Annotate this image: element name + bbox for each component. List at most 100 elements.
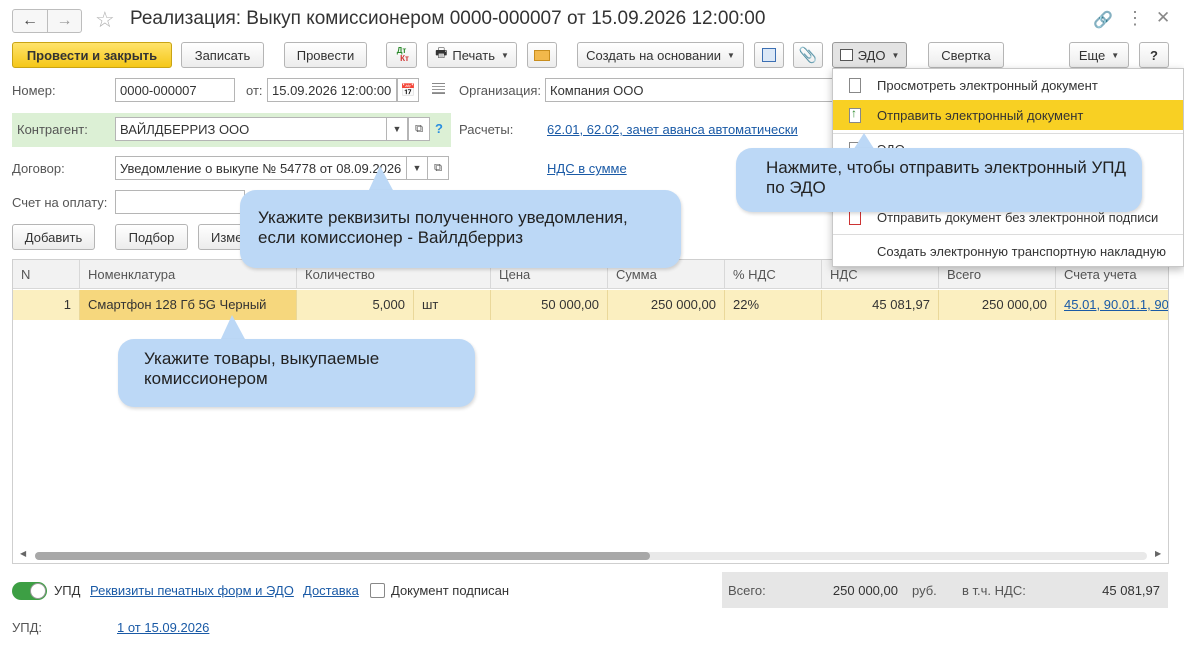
- dt-kt-icon[interactable]: Дт Кт: [386, 42, 417, 68]
- cell-vat[interactable]: 45 081,97: [822, 290, 939, 320]
- print-forms-link[interactable]: Реквизиты печатных форм и ЭДО: [90, 583, 294, 598]
- signed-checkbox[interactable]: [370, 583, 385, 598]
- collapse-button[interactable]: Свертка: [928, 42, 1004, 68]
- goods-table: N Номенклатура Количество Цена Сумма % Н…: [12, 259, 1169, 564]
- more-button[interactable]: Еще ▼: [1069, 42, 1129, 68]
- settlements-label: Расчеты:: [459, 122, 514, 137]
- menu-item-view-edoc[interactable]: Просмотреть электронный документ: [833, 70, 1183, 100]
- chevron-down-icon: ▼: [1111, 50, 1120, 60]
- totals-panel: Всего: 250 000,00 руб. в т.ч. НДС: 45 08…: [722, 572, 1168, 608]
- create-based-on-button[interactable]: Создать на основании ▼: [577, 42, 744, 68]
- menu-item-transport-waybill[interactable]: Создать электронную транспортную накладн…: [833, 236, 1183, 266]
- counterparty-field[interactable]: ВАЙЛДБЕРРИЗ ООО: [115, 117, 387, 141]
- cell-accounts-link[interactable]: 45.01, 90.01.1, 90: [1056, 290, 1168, 320]
- back-arrow-icon[interactable]: ←: [13, 10, 47, 32]
- document-icon: [849, 78, 861, 93]
- cell-price[interactable]: 50 000,00: [491, 290, 608, 320]
- upd-link[interactable]: 1 от 15.09.2026: [117, 620, 209, 635]
- upd-label: УПД:: [12, 620, 43, 635]
- cell-sum[interactable]: 250 000,00: [608, 290, 725, 320]
- callout-tail: [220, 315, 246, 341]
- number-field[interactable]: 0000-000007: [115, 78, 235, 102]
- print-button[interactable]: 🖶 Печать ▼: [427, 42, 517, 68]
- save-button[interactable]: Записать: [181, 42, 264, 68]
- scroll-left-icon[interactable]: ◀: [20, 549, 26, 558]
- currency-label: руб.: [912, 583, 937, 598]
- callout-goods: Укажите товары, выкупаемые комиссионером: [118, 339, 475, 407]
- vat-total-label: в т.ч. НДС:: [962, 583, 1026, 598]
- delivery-link[interactable]: Доставка: [303, 583, 359, 598]
- chevron-down-icon[interactable]: ▼: [386, 117, 408, 141]
- callout-tail: [368, 166, 394, 192]
- list-icon[interactable]: [432, 83, 445, 94]
- cell-total[interactable]: 250 000,00: [939, 290, 1056, 320]
- column-header-n[interactable]: N: [13, 260, 80, 289]
- toggle-knob: [30, 583, 46, 599]
- cell-vat-rate[interactable]: 22%: [725, 290, 822, 320]
- post-button[interactable]: Провести: [284, 42, 367, 68]
- hierarchy-icon: [762, 48, 776, 62]
- selection-button[interactable]: Подбор: [115, 224, 188, 250]
- settlements-link[interactable]: 62.01, 62.02, зачет аванса автоматически: [547, 122, 798, 137]
- envelope-icon: [534, 49, 550, 61]
- menu-item-label: Отправить документ без электронной подпи…: [877, 210, 1159, 225]
- date-field[interactable]: 15.09.2026 12:00:00: [267, 78, 397, 102]
- chevron-down-icon[interactable]: ▼: [406, 156, 428, 180]
- open-icon[interactable]: ⧉: [408, 117, 430, 141]
- email-icon[interactable]: [527, 42, 557, 68]
- calendar-icon[interactable]: 📅: [397, 78, 419, 102]
- table-row[interactable]: 1 Смартфон 128 Гб 5G Черный 5,000 шт 50 …: [13, 290, 1168, 320]
- add-button[interactable]: Добавить: [12, 224, 95, 250]
- cell-n[interactable]: 1: [13, 290, 80, 320]
- callout-send-edo: Нажмите, чтобы отправить электронный УПД…: [736, 148, 1142, 212]
- invoice-label: Счет на оплату:: [12, 195, 108, 210]
- upd-toggle[interactable]: [12, 582, 47, 600]
- create-based-on-label: Создать на основании: [586, 47, 721, 63]
- vat-mode-link[interactable]: НДС в сумме: [547, 161, 627, 176]
- menu-item-send-edoc[interactable]: Отправить электронный документ: [833, 100, 1183, 130]
- help-button[interactable]: ?: [1139, 42, 1169, 68]
- cell-item[interactable]: Смартфон 128 Гб 5G Черный: [80, 290, 297, 320]
- chevron-down-icon: ▼: [500, 50, 509, 60]
- invoice-field[interactable]: [115, 190, 245, 214]
- edo-label: ЭДО: [857, 47, 886, 63]
- navigation-buttons: ← →: [12, 9, 82, 33]
- edo-button[interactable]: ЭДО ▼: [832, 42, 907, 68]
- menu-item-label: Создать электронную транспортную накладн…: [877, 244, 1167, 259]
- close-icon[interactable]: ✕: [1156, 8, 1170, 28]
- forward-arrow-icon[interactable]: →: [47, 10, 81, 32]
- scrollbar-thumb[interactable]: [35, 552, 650, 560]
- menu-separator: [833, 234, 1183, 235]
- signed-label: Документ подписан: [391, 583, 510, 598]
- print-label: Печать: [452, 47, 495, 63]
- open-icon[interactable]: ⧉: [427, 156, 449, 180]
- total-label: Всего:: [728, 583, 766, 598]
- contract-field[interactable]: Уведомление о выкупе № 54778 от 08.09.20…: [115, 156, 407, 180]
- callout-requisites: Укажите реквизиты полученного уведомлени…: [240, 190, 681, 268]
- upd-toggle-label: УПД: [54, 583, 81, 598]
- scroll-right-icon[interactable]: ▶: [1155, 549, 1161, 558]
- link-icon[interactable]: 🔗: [1093, 10, 1113, 30]
- organization-field[interactable]: Компания ООО: [545, 78, 833, 102]
- post-and-close-button[interactable]: Провести и закрыть: [12, 42, 172, 68]
- menu-item-label: Просмотреть электронный документ: [877, 78, 1098, 93]
- vat-total-value: 45 081,97: [1102, 583, 1160, 598]
- horizontal-scrollbar[interactable]: [35, 552, 1147, 560]
- column-header-vat-rate[interactable]: % НДС: [725, 260, 822, 289]
- structure-icon[interactable]: [754, 42, 784, 68]
- number-label: Номер:: [12, 83, 56, 98]
- more-label: Еще: [1078, 47, 1106, 63]
- printer-icon: 🖶: [435, 45, 448, 60]
- cell-quantity[interactable]: 5,000: [297, 290, 414, 320]
- more-vertical-icon[interactable]: ⋮: [1126, 8, 1144, 29]
- date-label: от:: [246, 83, 263, 98]
- cell-unit[interactable]: шт: [414, 290, 491, 320]
- chevron-down-icon: ▼: [891, 50, 900, 60]
- total-value: 250 000,00: [832, 583, 898, 598]
- counterparty-label: Контрагент:: [17, 122, 88, 137]
- document-title: Реализация: Выкуп комиссионером 0000-000…: [130, 8, 766, 29]
- menu-item-label: Отправить электронный документ: [877, 108, 1084, 123]
- attachment-icon[interactable]: 📎: [793, 42, 823, 68]
- help-question-icon[interactable]: ?: [435, 121, 443, 136]
- favorite-star-icon[interactable]: ☆: [95, 7, 115, 33]
